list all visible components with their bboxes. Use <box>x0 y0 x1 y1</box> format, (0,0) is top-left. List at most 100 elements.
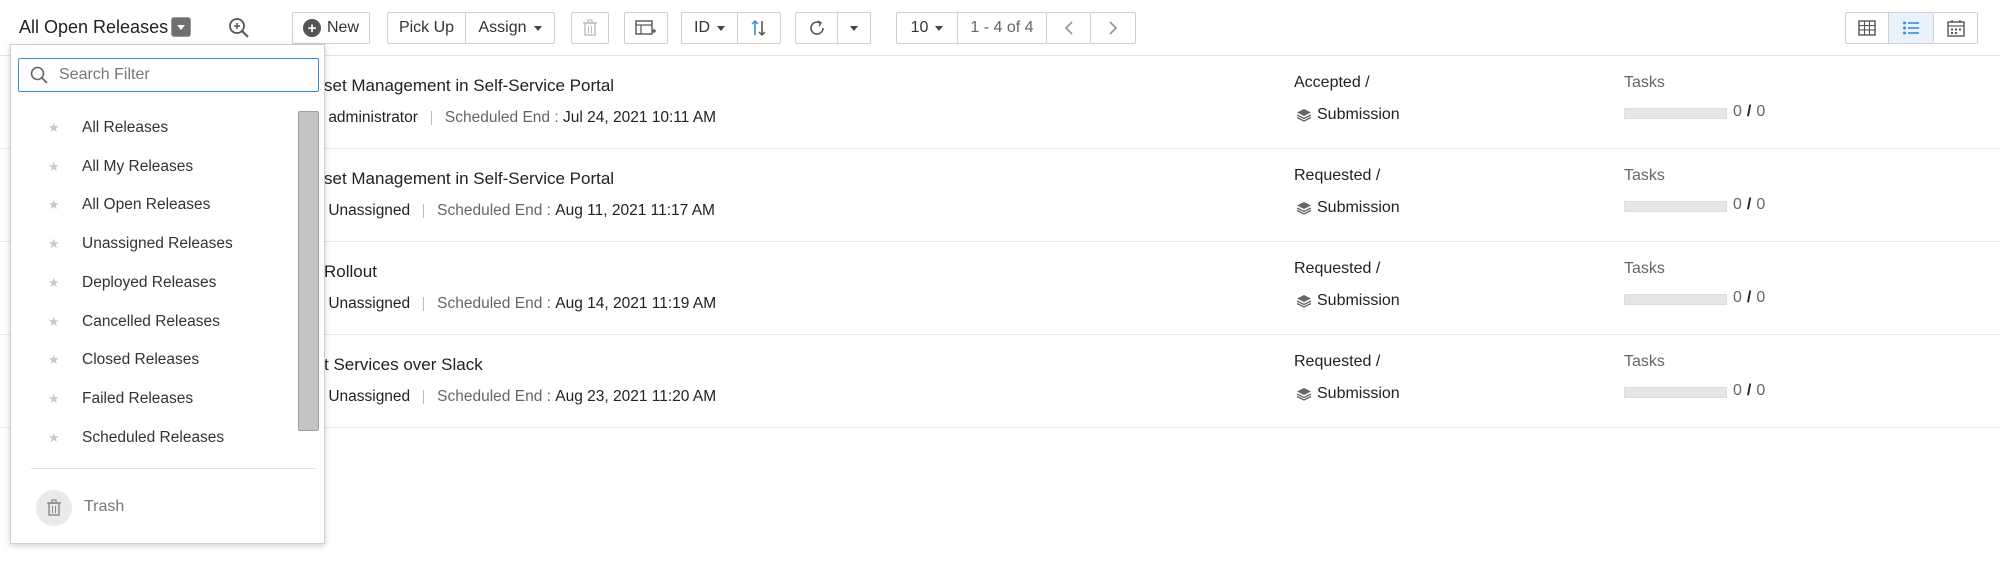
tasks-count: 0/0 <box>1733 382 1766 399</box>
sort-field-select[interactable]: ID <box>681 12 738 44</box>
filter-item[interactable]: ★ All Open Releases <box>11 186 296 224</box>
tasks-total: 0 <box>1756 289 1766 306</box>
search-plus-icon[interactable] <box>226 15 252 41</box>
filter-list-scrollbar[interactable] <box>298 111 319 431</box>
previous-page-button[interactable] <box>1047 12 1091 44</box>
filter-item[interactable]: ★ All My Releases <box>11 148 296 186</box>
filter-item-label: All My Releases <box>82 157 194 175</box>
refresh-icon <box>809 20 824 35</box>
pick-up-button[interactable]: Pick Up <box>387 12 466 44</box>
delete-button[interactable] <box>571 12 609 44</box>
filter-item-label: Cancelled Releases <box>82 312 220 330</box>
stage-name: Submission <box>1317 106 1400 123</box>
scheduled-end-value: Aug 14, 2021 11:19 AM <box>555 295 717 312</box>
star-icon[interactable]: ★ <box>48 352 60 368</box>
filter-item[interactable]: ★ Cancelled Releases <box>11 303 296 341</box>
engineer-value: Unassigned <box>328 202 411 219</box>
filter-item-label: All Releases <box>82 119 169 136</box>
star-icon[interactable]: ★ <box>48 236 60 252</box>
filter-item[interactable]: ★ Failed Releases <box>11 380 296 418</box>
star-icon[interactable]: ★ <box>48 159 60 175</box>
stage-icon <box>1296 202 1312 215</box>
tasks-progress-bar <box>1624 387 1727 398</box>
chevron-down-icon <box>935 25 944 31</box>
scheduled-end-label: Scheduled End : <box>437 202 551 219</box>
tasks-total: 0 <box>1756 382 1766 399</box>
scheduled-end-value: Aug 23, 2021 11:20 AM <box>555 388 717 405</box>
per-page-select[interactable]: 10 <box>896 12 958 44</box>
trash-icon <box>583 19 597 36</box>
tasks-label: Tasks <box>1624 167 1665 184</box>
filter-item[interactable]: ★ Closed Releases <box>11 341 296 379</box>
new-button-label: New <box>326 19 359 36</box>
new-button[interactable]: + New <box>292 12 370 44</box>
tasks-label: Tasks <box>1624 260 1665 277</box>
search-filter-box[interactable] <box>18 58 319 92</box>
filter-item[interactable]: ★ Scheduled Releases <box>11 419 296 457</box>
tasks-progress-bar <box>1624 294 1727 305</box>
chevron-down-icon[interactable] <box>171 17 191 37</box>
trash-button[interactable] <box>36 490 72 526</box>
trash-label[interactable]: Trash <box>84 498 124 516</box>
filter-item-label: Scheduled Releases <box>82 428 225 446</box>
filter-item[interactable]: ★ Deployed Releases <box>11 264 296 302</box>
filter-item-label: All Open Releases <box>82 196 211 214</box>
filter-item-label: Failed Releases <box>82 389 194 407</box>
assign-button[interactable]: Assign <box>466 12 555 44</box>
per-page-value: 10 <box>910 19 929 36</box>
star-icon[interactable]: ★ <box>48 430 60 446</box>
release-title[interactable]: t Services over Slack <box>324 355 483 375</box>
tasks-count: 0/0 <box>1733 289 1766 306</box>
release-title[interactable]: set Management in Self-Service Portal <box>324 169 614 189</box>
engineer-value: Unassigned <box>328 295 411 312</box>
stage-icon <box>1296 388 1312 401</box>
calendar-view-button[interactable] <box>1934 12 1978 44</box>
filter-item[interactable]: ★ All Releases <box>11 109 296 147</box>
meta-divider <box>423 297 425 311</box>
scheduled-end-label: Scheduled End : <box>437 388 551 405</box>
refresh-button[interactable] <box>795 12 838 44</box>
sort-order-button[interactable] <box>738 12 781 44</box>
search-filter-input[interactable] <box>57 65 307 85</box>
sort-order-icon <box>751 20 766 36</box>
scheduled-end-value: Jul 24, 2021 10:11 AM <box>562 109 717 126</box>
filter-item-label: Closed Releases <box>82 351 200 369</box>
status-text: Requested / <box>1294 260 1381 277</box>
plus-circle-icon: + <box>302 19 321 37</box>
refresh-options-button[interactable] <box>838 12 871 44</box>
pagination-range-text: 1 - 4 of 4 <box>970 19 1034 36</box>
assign-label: Assign <box>478 19 527 36</box>
tasks-label: Tasks <box>1624 74 1665 91</box>
release-title[interactable]: Rollout <box>324 262 377 282</box>
status-text: Requested / <box>1294 167 1381 184</box>
star-icon[interactable]: ★ <box>48 314 60 330</box>
next-page-button[interactable] <box>1091 12 1136 44</box>
tasks-done: 0 <box>1733 103 1742 120</box>
filter-selector-label[interactable]: All Open Releases <box>19 17 168 38</box>
filter-item[interactable]: ★ Unassigned Releases <box>11 225 296 263</box>
add-column-button[interactable] <box>624 12 668 44</box>
tasks-done: 0 <box>1733 196 1742 213</box>
stage: Submission <box>1296 199 1400 217</box>
list-view-icon <box>1903 21 1919 35</box>
tasks-progress-bar <box>1624 201 1727 212</box>
scheduled-end-value: Aug 11, 2021 11:17 AM <box>555 202 715 219</box>
release-title[interactable]: set Management in Self-Service Portal <box>324 76 614 96</box>
star-icon[interactable]: ★ <box>48 391 60 407</box>
filter-item-label: Unassigned Releases <box>82 235 233 253</box>
stage-name: Submission <box>1317 292 1400 309</box>
star-icon[interactable]: ★ <box>48 275 60 291</box>
tasks-total: 0 <box>1756 103 1766 120</box>
star-icon[interactable]: ★ <box>48 197 60 213</box>
star-icon[interactable]: ★ <box>48 120 60 136</box>
chevron-right-icon <box>1109 21 1118 35</box>
pagination-range: 1 - 4 of 4 <box>958 12 1047 44</box>
meta-divider <box>430 111 432 125</box>
release-meta: eer : Unassigned Scheduled End : Aug 11,… <box>293 202 715 220</box>
tasks-progress-bar <box>1624 108 1727 119</box>
meta-divider <box>423 390 425 404</box>
list-view-button[interactable] <box>1889 12 1934 44</box>
stage-icon <box>1296 295 1312 308</box>
grid-view-icon <box>1858 20 1876 36</box>
grid-view-button[interactable] <box>1845 12 1889 44</box>
